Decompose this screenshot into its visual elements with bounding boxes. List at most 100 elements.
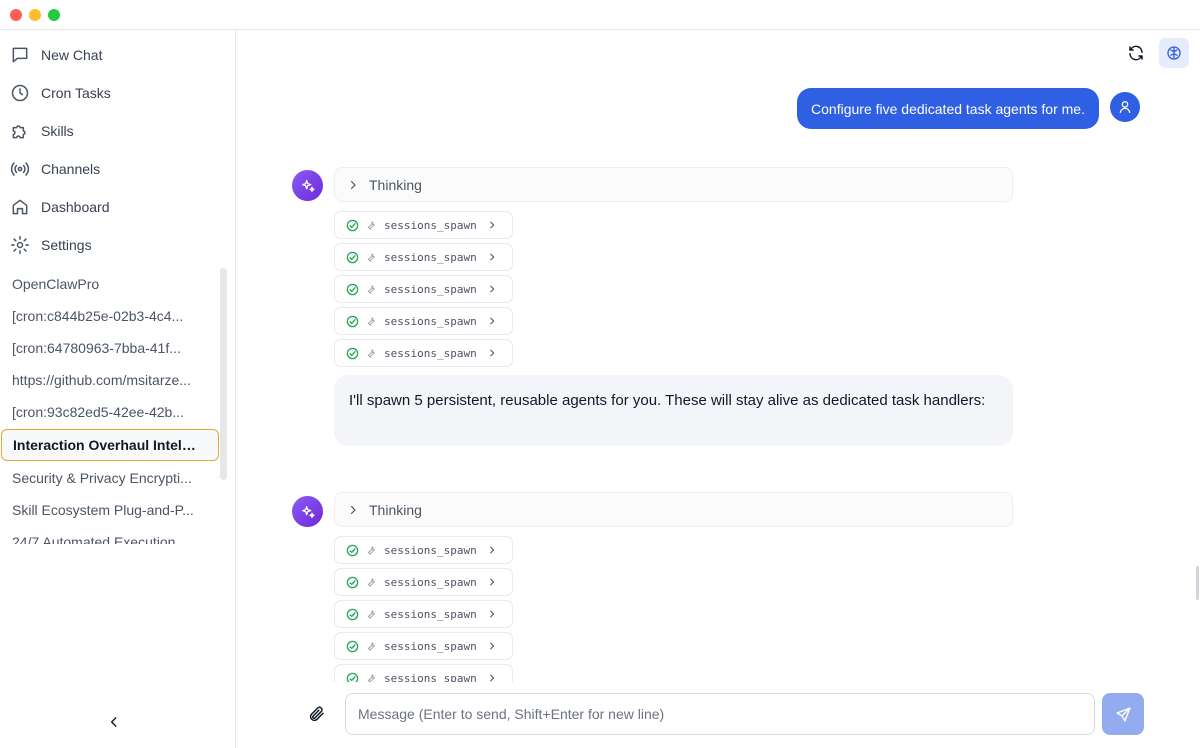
wrench-icon xyxy=(367,349,375,358)
session-item[interactable]: Security & Privacy Encrypti... xyxy=(1,462,219,494)
session-list: OpenClawPro [cron:c844b25e-02b3-4c4... [… xyxy=(0,268,222,544)
home-icon xyxy=(12,199,28,215)
tool-call-item[interactable]: sessions_spawn xyxy=(334,600,513,628)
nav-label: Skills xyxy=(41,123,74,139)
puzzle-icon xyxy=(12,125,26,139)
session-item[interactable]: [cron:64780963-7bba-41f... xyxy=(1,332,219,364)
tool-call-item[interactable]: sessions_spawn xyxy=(334,632,513,660)
chevron-right-icon xyxy=(489,285,494,293)
brain-toggle-button[interactable] xyxy=(1159,38,1189,68)
session-list-scrollbar[interactable] xyxy=(220,268,227,480)
radio-broadcast-icon xyxy=(10,162,30,176)
thinking-label: Thinking xyxy=(369,501,422,518)
nav-dashboard[interactable]: Dashboard xyxy=(10,192,225,222)
assistant-avatar xyxy=(292,496,323,527)
thinking-toggle[interactable]: Thinking xyxy=(334,167,1013,202)
tool-call-item[interactable]: sessions_spawn xyxy=(334,568,513,596)
minimize-window-button[interactable] xyxy=(29,9,41,21)
thinking-label: Thinking xyxy=(369,176,422,193)
attach-file-button[interactable] xyxy=(305,702,329,726)
wrench-icon xyxy=(367,253,375,262)
check-circle-icon xyxy=(346,608,359,620)
clock-icon xyxy=(11,84,29,102)
send-button[interactable] xyxy=(1102,693,1144,735)
user-message-bubble: Configure five dedicated task agents for… xyxy=(797,88,1099,129)
window-titlebar xyxy=(0,0,1200,30)
gear-icon xyxy=(10,235,30,255)
chat-scroll-region: sessions_spawn sessions_spawn sessions_spa… xyxy=(237,530,1200,682)
wrench-icon xyxy=(367,546,375,555)
nav-label: New Chat xyxy=(41,47,103,63)
session-item[interactable]: [cron:c844b25e-02b3-4c4... xyxy=(1,300,219,332)
chevron-right-icon xyxy=(489,642,494,650)
tool-call-name: sessions_spawn xyxy=(384,543,477,557)
session-item-active[interactable]: Interaction Overhaul Intelli... xyxy=(1,429,219,461)
check-circle-icon xyxy=(346,544,359,556)
check-circle-icon xyxy=(346,672,359,682)
scroll-indicator[interactable] xyxy=(1196,566,1199,600)
message-square-icon xyxy=(12,47,28,63)
chevron-right-icon xyxy=(489,610,494,618)
tool-call-name: sessions_spawn xyxy=(384,639,477,653)
paperclip-icon xyxy=(309,706,324,722)
tool-call-item[interactable]: sessions_spawn xyxy=(334,536,513,564)
nav-channels[interactable]: Channels xyxy=(10,154,225,184)
chevron-right-icon xyxy=(489,221,494,229)
check-circle-icon xyxy=(346,576,359,588)
tool-call-item[interactable]: sessions_spawn xyxy=(334,664,513,682)
assistant-avatar xyxy=(292,170,323,201)
sparkles-icon xyxy=(301,179,315,192)
brain-icon xyxy=(1167,46,1181,60)
wrench-icon xyxy=(367,285,375,294)
nav-new-chat[interactable]: New Chat xyxy=(10,40,225,70)
tool-call-name: sessions_spawn xyxy=(384,314,477,328)
refresh-icon xyxy=(1129,45,1143,61)
nav-label: Cron Tasks xyxy=(41,85,111,101)
thinking-toggle[interactable]: Thinking xyxy=(334,492,1013,527)
tool-call-name: sessions_spawn xyxy=(384,607,477,621)
nav-label: Settings xyxy=(41,237,92,253)
wrench-icon xyxy=(367,578,375,587)
wrench-icon xyxy=(367,317,375,326)
tool-call-item[interactable]: sessions_spawn xyxy=(334,211,513,239)
session-item[interactable]: https://github.com/msitarze... xyxy=(1,364,219,396)
chevron-right-icon xyxy=(489,349,494,357)
user-icon xyxy=(1119,101,1131,113)
chevron-left-icon xyxy=(110,717,117,727)
tool-call-item[interactable]: sessions_spawn xyxy=(334,339,513,367)
maximize-window-button[interactable] xyxy=(48,9,60,21)
nav-skills[interactable]: Skills xyxy=(10,116,225,146)
message-input[interactable] xyxy=(345,693,1095,735)
nav-label: Channels xyxy=(41,161,101,177)
tool-call-name: sessions_spawn xyxy=(384,250,477,264)
session-item[interactable]: [cron:93c82ed5-42ee-42b... xyxy=(1,396,219,428)
tool-call-item[interactable]: sessions_spawn xyxy=(334,275,513,303)
sparkles-icon xyxy=(301,505,315,518)
nav-settings[interactable]: Settings xyxy=(10,230,225,260)
tool-call-item[interactable]: sessions_spawn xyxy=(334,243,513,271)
refresh-button[interactable] xyxy=(1121,38,1151,68)
nav-label: Dashboard xyxy=(41,199,110,215)
chevron-right-icon xyxy=(489,317,494,325)
chevron-right-icon xyxy=(350,505,356,514)
user-avatar xyxy=(1110,92,1140,122)
chevron-right-icon xyxy=(489,674,494,682)
check-circle-icon xyxy=(346,219,359,231)
collapse-sidebar-button[interactable] xyxy=(104,712,124,732)
chevron-right-icon xyxy=(489,578,494,586)
check-circle-icon xyxy=(346,251,359,263)
tool-call-name: sessions_spawn xyxy=(384,575,477,589)
tool-call-item[interactable]: sessions_spawn xyxy=(334,307,513,335)
session-item[interactable]: 24/7 Automated Execution... xyxy=(1,526,219,544)
session-item[interactable]: Skill Ecosystem Plug-and-P... xyxy=(1,494,219,526)
check-circle-icon xyxy=(346,283,359,295)
assistant-message-bubble: I'll spawn 5 persistent, reusable agents… xyxy=(334,375,1013,446)
chevron-right-icon xyxy=(489,546,494,554)
send-icon xyxy=(1115,706,1131,722)
chevron-right-icon xyxy=(489,253,494,261)
close-window-button[interactable] xyxy=(10,9,22,21)
tool-call-name: sessions_spawn xyxy=(384,218,477,232)
wrench-icon xyxy=(367,610,375,619)
session-item[interactable]: OpenClawPro xyxy=(1,268,219,300)
nav-cron-tasks[interactable]: Cron Tasks xyxy=(10,78,225,108)
